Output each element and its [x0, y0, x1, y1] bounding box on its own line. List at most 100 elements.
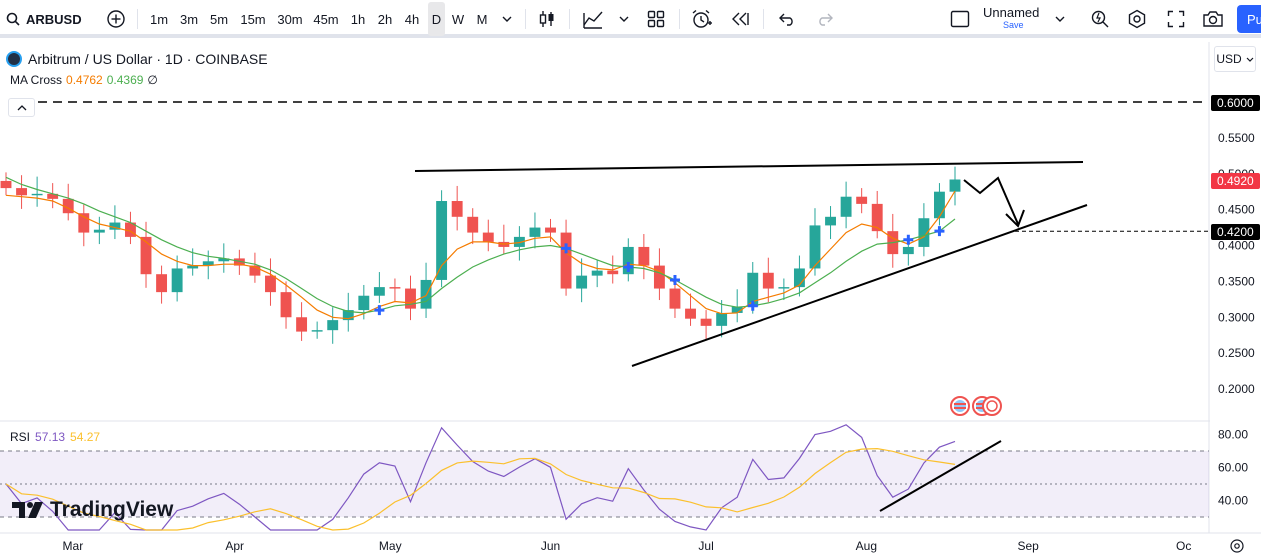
interval-45m[interactable]: 45m: [311, 0, 341, 38]
candle[interactable]: [296, 302, 308, 341]
candle[interactable]: [856, 188, 868, 214]
candle[interactable]: [482, 219, 494, 252]
interval-3m[interactable]: 3m: [177, 0, 201, 38]
ma-cross-marker: [374, 305, 385, 316]
replay-button[interactable]: [727, 0, 753, 38]
time-axis[interactable]: Mar Apr May Jun Jul Aug Sep Oc: [63, 539, 1192, 553]
candle[interactable]: [249, 252, 261, 283]
candle-body: [949, 179, 961, 192]
candle[interactable]: [560, 219, 572, 296]
time-tick-label: Mar: [63, 539, 84, 553]
symbol-search[interactable]: ARBUSD: [6, 0, 86, 38]
interval-4h[interactable]: 4h: [401, 0, 423, 38]
rsi-axis[interactable]: 80.00 60.00 40.00: [1218, 428, 1248, 508]
candle[interactable]: [887, 213, 899, 268]
us-event-flags[interactable]: [950, 396, 1002, 416]
candle[interactable]: [825, 206, 836, 240]
interval-1m[interactable]: 1m: [147, 0, 171, 38]
candle[interactable]: [498, 224, 510, 255]
indicators-dropdown[interactable]: [615, 0, 633, 38]
indicators-button[interactable]: [580, 0, 606, 38]
quick-search-button[interactable]: [1087, 0, 1113, 38]
camera-icon: [1203, 11, 1223, 27]
currency-select[interactable]: USD: [1214, 46, 1256, 72]
symbol-title-row[interactable]: Arbitrum / US Dollar · 1D · COINBASE: [6, 48, 268, 70]
layout-dropdown[interactable]: [1052, 0, 1068, 38]
candle[interactable]: [545, 218, 556, 242]
brand-label: TradingView: [50, 498, 174, 521]
candle[interactable]: [31, 176, 43, 207]
layout-select-button[interactable]: [948, 0, 972, 38]
interval-15m[interactable]: 15m: [238, 0, 268, 38]
candle-body: [296, 317, 308, 332]
candle[interactable]: [638, 234, 650, 280]
layout-name-label: Unnamed: [983, 5, 1040, 20]
candle[interactable]: [156, 265, 168, 304]
candle[interactable]: [871, 190, 883, 239]
candle-body: [700, 318, 712, 326]
interval-d[interactable]: D: [428, 2, 445, 36]
indicator-legend-row[interactable]: MA Cross 0.4762 0.4369 ∅: [10, 70, 268, 90]
top-toolbar: ARBUSD 1m 3m 5m 15m 30m 45m 1h 2h 4h D W…: [0, 0, 1261, 38]
candle[interactable]: [731, 289, 743, 323]
interval-2h[interactable]: 2h: [374, 0, 396, 38]
axis-settings-icon[interactable]: [1230, 539, 1244, 553]
snapshot-button[interactable]: [1200, 0, 1226, 38]
redo-button[interactable]: [812, 0, 838, 38]
interval-1h[interactable]: 1h: [348, 0, 368, 38]
tradingview-logo[interactable]: TradingView: [12, 498, 173, 522]
candle[interactable]: [467, 208, 479, 245]
candle[interactable]: [405, 275, 416, 321]
interval-w[interactable]: W: [449, 0, 467, 38]
publish-button[interactable]: Pu: [1237, 5, 1261, 33]
templates-button[interactable]: [643, 0, 669, 38]
candle[interactable]: [327, 307, 339, 344]
price-axis[interactable]: 0.55000.50000.45000.40000.35000.30000.25…: [1218, 131, 1255, 396]
candle[interactable]: [933, 183, 945, 226]
candle[interactable]: [762, 257, 774, 303]
candle[interactable]: [78, 204, 90, 247]
candle[interactable]: [451, 185, 463, 231]
candle[interactable]: [125, 211, 136, 245]
candle[interactable]: [373, 272, 385, 303]
candle[interactable]: [918, 203, 930, 257]
interval-m[interactable]: M: [472, 0, 492, 38]
layout-name[interactable]: Unnamed Save: [983, 0, 1047, 38]
candle[interactable]: [840, 181, 852, 229]
chart-type-button[interactable]: [535, 0, 559, 38]
compare-symbol-button[interactable]: [104, 0, 128, 38]
settings-button[interactable]: [1124, 0, 1150, 38]
candle[interactable]: [93, 216, 105, 245]
candle[interactable]: [0, 172, 12, 196]
interval-30m[interactable]: 30m: [275, 0, 305, 38]
candle[interactable]: [622, 238, 634, 282]
fullscreen-button[interactable]: [1163, 0, 1189, 38]
candle[interactable]: [420, 262, 432, 318]
alert-button[interactable]: [689, 0, 715, 38]
candle[interactable]: [949, 166, 961, 206]
candle-body: [716, 312, 728, 326]
candle[interactable]: [529, 212, 541, 249]
candle[interactable]: [16, 175, 28, 209]
grid-icon: [647, 10, 665, 28]
candle[interactable]: [591, 259, 603, 288]
rsi-value: 57.13: [35, 430, 66, 444]
candle[interactable]: [47, 183, 59, 209]
undo-button[interactable]: [774, 0, 800, 38]
candle[interactable]: [265, 258, 276, 306]
candle[interactable]: [389, 278, 401, 303]
candle[interactable]: [311, 321, 323, 339]
candle[interactable]: [716, 300, 728, 338]
interval-5m[interactable]: 5m: [207, 0, 231, 38]
candle[interactable]: [700, 310, 712, 340]
rsi-legend[interactable]: RSI 57.13 54.27: [10, 430, 100, 444]
candle[interactable]: [109, 205, 121, 240]
horizontal-trendline[interactable]: [414, 161, 1084, 172]
candlestick-series[interactable]: [0, 166, 961, 344]
ascending-trendline[interactable]: [631, 204, 1088, 367]
candle-body: [389, 287, 401, 289]
candle[interactable]: [62, 183, 74, 221]
candle-body: [762, 272, 774, 289]
interval-dropdown[interactable]: [498, 0, 516, 38]
collapse-legend-button[interactable]: [8, 98, 35, 117]
